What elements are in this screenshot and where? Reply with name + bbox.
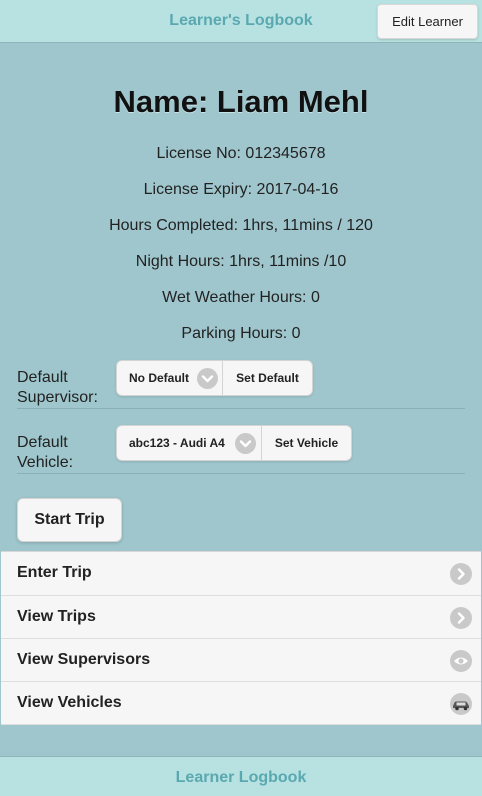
car-icon bbox=[450, 693, 472, 715]
learner-name: Name: Liam Mehl bbox=[113, 84, 369, 119]
chevron-down-icon bbox=[235, 433, 256, 454]
set-vehicle-button[interactable]: Set Vehicle bbox=[262, 426, 351, 460]
set-default-supervisor-button[interactable]: Set Default bbox=[223, 361, 312, 395]
chevron-down-icon bbox=[197, 368, 218, 389]
list-item-view-trips[interactable]: View Trips bbox=[1, 596, 481, 639]
start-trip-button[interactable]: Start Trip bbox=[17, 498, 122, 542]
chevron-right-icon bbox=[450, 607, 472, 629]
license-expiry: License Expiry: 2017-04-16 bbox=[143, 181, 339, 198]
vehicle-selected-value: abc123 - Audi A4 bbox=[129, 436, 225, 450]
footer-bar: Learner Logbook bbox=[0, 756, 482, 796]
list-item-view-supervisors[interactable]: View Supervisors bbox=[1, 639, 481, 682]
wet-weather-hours: Wet Weather Hours: 0 bbox=[162, 289, 320, 306]
footer-title: Learner Logbook bbox=[175, 769, 307, 786]
supervisor-label-line1: Default bbox=[17, 369, 68, 386]
menu-list: Enter Trip View Trips View Supervisors V… bbox=[1, 551, 481, 725]
supervisor-select[interactable]: No Default bbox=[117, 361, 223, 395]
vehicle-label-line2: Vehicle: bbox=[17, 454, 74, 471]
list-item-label: View Trips bbox=[17, 608, 96, 625]
chevron-right-icon bbox=[450, 563, 472, 585]
hours-completed: Hours Completed: 1hrs, 11mins / 120 bbox=[109, 217, 373, 234]
night-hours: Night Hours: 1hrs, 11mins /10 bbox=[135, 253, 347, 270]
vehicle-select[interactable]: abc123 - Audi A4 bbox=[117, 426, 262, 460]
license-number: License No: 012345678 bbox=[156, 145, 326, 162]
eye-icon bbox=[450, 650, 472, 672]
vehicle-control-group: abc123 - Audi A4 Set Vehicle bbox=[116, 425, 352, 461]
vehicle-label-line1: Default bbox=[17, 434, 68, 451]
header-bar: Learner's Logbook Edit Learner bbox=[0, 0, 482, 43]
list-item-label: Enter Trip bbox=[17, 564, 92, 581]
vehicle-divider bbox=[17, 473, 465, 474]
list-item-view-vehicles[interactable]: View Vehicles bbox=[1, 682, 481, 725]
supervisor-selected-value: No Default bbox=[129, 371, 189, 385]
supervisor-divider bbox=[17, 408, 465, 409]
list-item-enter-trip[interactable]: Enter Trip bbox=[1, 552, 481, 596]
edit-learner-button[interactable]: Edit Learner bbox=[377, 4, 478, 39]
list-item-label: View Vehicles bbox=[17, 694, 122, 711]
list-item-label: View Supervisors bbox=[17, 651, 151, 668]
supervisor-label-line2: Supervisor: bbox=[17, 389, 98, 406]
parking-hours: Parking Hours: 0 bbox=[181, 325, 301, 342]
supervisor-control-group: No Default Set Default bbox=[116, 360, 313, 396]
